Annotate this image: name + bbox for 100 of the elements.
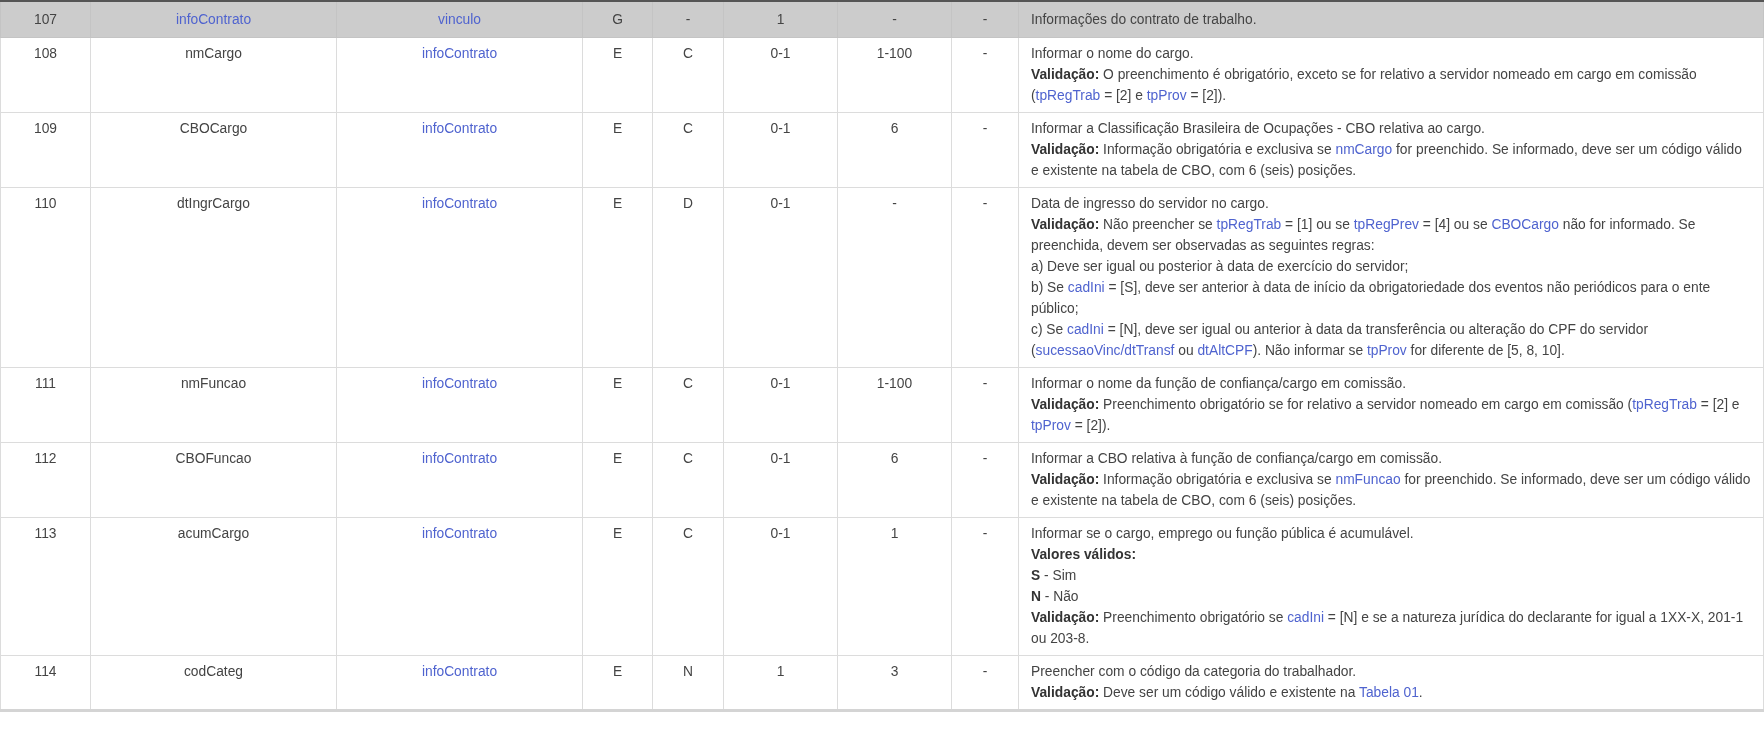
table-cell: - [892,196,897,211]
field-link[interactable]: infoContrato [421,376,498,391]
table-cell: 0-1 [770,121,791,136]
field-link[interactable]: dtAltCPF [1197,343,1253,358]
table-cell: codCateg [183,664,244,679]
table-cell: 112 [34,451,57,466]
field-link[interactable]: tpRegTrab [1035,88,1101,103]
table-cell: - [892,12,897,27]
field-link[interactable]: infoContrato [421,196,498,211]
field-link[interactable]: infoContrato [421,664,498,679]
table-cell: 107 [34,12,57,27]
description-text: Informar a Classificação Brasileira de Ocupações - CBO relativa ao cargo. [1031,120,1486,138]
field-link[interactable]: CBOCargo [1491,217,1559,232]
table-cell: 0-1 [770,526,791,541]
table-cell: E [612,376,623,391]
table-cell: - [982,376,988,391]
description-text: Validação: Informação obrigatória e exclusiva se nmFuncao for preenchido. Se informado, deve ser um código válido e existente na tabela de CBO, com 6 (seis) posições. [1031,471,1751,510]
table-cell: 114 [34,664,57,679]
description-text: Validação: Deve ser um código válido e existente na Tabela 01. [1031,684,1424,702]
description-text: c) Se cadIni = [N], deve ser igual ou anterior à data da transferência ou alteração do CPF do servidor (sucessaoVinc/dtTransf ou dtAltCPF). Não informar se tpProv for diferente de [5, 8, 10]. [1031,321,1649,360]
description-text: Validação: Não preencher se tpRegTrab = [1] ou se tpRegPrev = [4] ou se CBOCargo não for informado. Se preenchida, devem ser observadas as seguintes regras: [1031,216,1697,255]
description-text: a) Deve ser igual ou posterior à data de exercício do servidor; [1031,258,1410,276]
table-cell: 113 [34,526,57,541]
table-cell: E [612,664,623,679]
table-cell: 0-1 [770,46,791,61]
description-text: Validação: Preenchimento obrigatório se cadIni = [N] e se a natureza jurídica do declarante for igual a 1XX-X, 201-1 ou 203-8. [1031,609,1745,648]
field-link[interactable]: tpRegTrab [1632,397,1697,412]
table-cell: C [683,46,693,61]
description-text: Validação: O preenchimento é obrigatório, exceto se for relativo a servidor nomeado em cargo em comissão (tpRegTrab = [2] e tpProv = [2]). [1031,66,1698,105]
table-cell: 110 [34,196,57,211]
table-cell: C [683,121,693,136]
table-cell: 0-1 [770,451,791,466]
table-cell: 1 [776,12,785,27]
table-cell: 0-1 [770,196,791,211]
description-text: Informar o nome do cargo. [1031,45,1195,63]
table-cell: - [982,451,988,466]
table-cell: CBOFuncao [175,451,252,466]
table-cell: nmCargo [185,46,242,61]
table-cell: E [612,526,623,541]
table-cell: C [683,451,693,466]
table-cell: - [982,526,988,541]
table-cell: 108 [34,46,57,61]
table-cell: - [982,121,988,136]
table-cell: nmFuncao [180,376,247,391]
table-cell: E [612,451,623,466]
field-link[interactable]: tpProv [1146,88,1187,103]
table-cell: N [683,664,693,679]
field-link[interactable]: tpProv [1366,343,1407,358]
table-cell: - [982,196,988,211]
table-cell: - [685,12,691,27]
table-cell: - [982,664,988,679]
table-cell: - [982,46,988,61]
description-text: Validação: Informação obrigatória e exclusiva se nmCargo for preenchido. Se informado, deve ser um código válido e existente na tabela de CBO, com 6 (seis) posições. [1031,141,1743,180]
description-text: S - Sim [1031,567,1078,585]
field-link[interactable]: cadIni [1067,322,1104,337]
table-cell: C [683,526,693,541]
field-link[interactable]: tpProv [1031,418,1071,433]
table-cell: CBOCargo [179,121,248,136]
table-cell: 3 [890,664,899,679]
table-cell: 6 [890,451,899,466]
table-cell: 109 [34,121,57,136]
table-cell: 1-100 [876,46,913,61]
table-cell: G [612,12,623,27]
table-cell: E [612,196,623,211]
description-text: Valores válidos: [1031,546,1138,564]
table-cell: D [683,196,693,211]
description-text: Preencher com o código da categoria do trabalhador. [1031,663,1358,681]
table-cell: 0-1 [770,376,791,391]
table-cell: 6 [890,121,899,136]
description-text: Informar o nome da função de confiança/cargo em comissão. [1031,375,1407,393]
table-cell: 1 [890,526,899,541]
table-cell: - [982,12,988,27]
description-text: b) Se cadIni = [S], deve ser anterior à data de início da obrigatoriedade dos eventos não periódicos para o ente público; [1031,279,1712,318]
field-link[interactable]: tpRegTrab [1216,217,1282,232]
description-text: Informar se o cargo, emprego ou função pública é acumulável. [1031,525,1415,543]
table-cell: E [612,121,623,136]
field-link[interactable]: infoContrato [175,12,252,27]
table-cell: 111 [35,376,56,391]
field-link[interactable]: nmCargo [1335,142,1393,157]
description-text: N - Não [1031,588,1080,606]
field-link[interactable]: infoContrato [421,526,498,541]
description-text: Informar a CBO relativa à função de confiança/cargo em comissão. [1031,450,1444,468]
field-link[interactable]: cadIni [1067,280,1105,295]
description-text: Informações do contrato de trabalho. [1031,11,1258,29]
table-cell: acumCargo [177,526,250,541]
field-link[interactable]: sucessaoVinc/dtTransf [1035,343,1175,358]
field-link[interactable]: vinculo [438,12,481,27]
table-cell: E [612,46,623,61]
table-cell: 1 [776,664,785,679]
field-link[interactable]: infoContrato [421,46,498,61]
table-cell: C [683,376,693,391]
field-link[interactable]: Tabela 01 [1359,685,1419,700]
field-link[interactable]: infoContrato [421,451,498,466]
field-link[interactable]: tpRegPrev [1353,217,1419,232]
field-link[interactable]: infoContrato [421,121,498,136]
table-cell: 1-100 [876,376,913,391]
description-text: Data de ingresso do servidor no cargo. [1031,195,1270,213]
description-text: Validação: Preenchimento obrigatório se for relativo a servidor nomeado em cargo em comissão (tpRegTrab = [2] e tpProv = [2]). [1031,396,1741,435]
field-link[interactable]: cadIni [1287,610,1324,625]
field-link[interactable]: nmFuncao [1335,472,1401,487]
